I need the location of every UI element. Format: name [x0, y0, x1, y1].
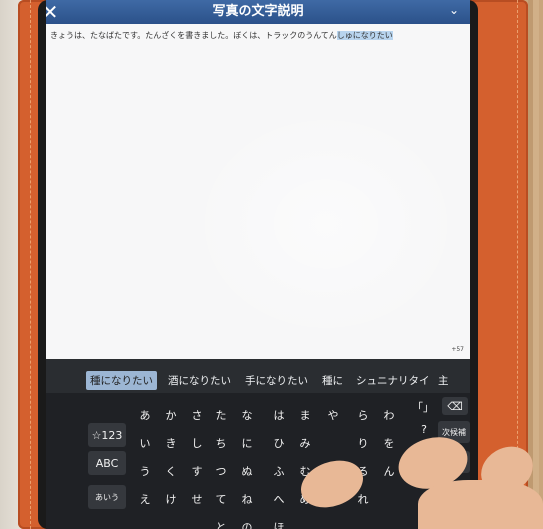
- screen-glare: [186, 104, 466, 344]
- page-title: 写真の文字説明: [212, 4, 304, 19]
- abc-mode-key[interactable]: ABC: [88, 451, 126, 475]
- kana-mode-key[interactable]: あいう: [88, 485, 126, 509]
- kana-key[interactable]: て: [210, 489, 232, 509]
- kana-key[interactable]: さ: [186, 405, 208, 425]
- backspace-icon: ⌫: [447, 399, 463, 413]
- candidate-item[interactable]: 種に: [322, 373, 343, 388]
- kana-key[interactable]: く: [160, 461, 182, 481]
- character-counter: +57: [451, 346, 464, 353]
- kana-key[interactable]: な: [236, 405, 258, 425]
- kana-key[interactable]: わ: [378, 405, 400, 425]
- bracket-key[interactable]: 「」: [412, 397, 434, 417]
- editor-text: きょうは、たなばたです。たんざくを書きました。ぼくは、トラックのうんてんしゅにな…: [50, 30, 393, 41]
- kana-key[interactable]: せ: [186, 489, 208, 509]
- candidate-item[interactable]: 主: [438, 373, 449, 388]
- kana-key[interactable]: [378, 489, 400, 509]
- kana-key[interactable]: [294, 517, 316, 529]
- kana-key[interactable]: [378, 517, 400, 529]
- typed-text: きょうは、たなばたです。たんざくを書きました。ぼくは、トラックのうんてん: [50, 31, 337, 40]
- kana-key[interactable]: か: [160, 405, 182, 425]
- kana-key[interactable]: え: [134, 489, 156, 509]
- numbers-mode-key[interactable]: ☆123: [88, 423, 126, 447]
- kana-key[interactable]: [134, 517, 156, 529]
- text-editor[interactable]: きょうは、たなばたです。たんざくを書きました。ぼくは、トラックのうんてんしゅにな…: [46, 24, 470, 359]
- kana-key[interactable]: ま: [294, 405, 316, 425]
- nav-bar: ✕ 写真の文字説明 ⌄: [46, 0, 470, 24]
- kana-key[interactable]: の: [236, 517, 258, 529]
- kana-key[interactable]: つ: [210, 461, 232, 481]
- kana-key[interactable]: ほ: [268, 517, 290, 529]
- kana-key[interactable]: [322, 517, 344, 529]
- kana-key[interactable]: き: [160, 433, 182, 453]
- kana-key[interactable]: り: [352, 433, 374, 453]
- kana-key[interactable]: ら: [352, 405, 374, 425]
- kana-key[interactable]: [160, 517, 182, 529]
- candidate-item[interactable]: 酒になりたい: [168, 373, 231, 388]
- photo-scene: ✕ 写真の文字説明 ⌄ きょうは、たなばたです。たんざくを書きました。ぼくは、ト…: [0, 0, 543, 529]
- kana-key[interactable]: [322, 433, 344, 453]
- kana-key[interactable]: ん: [378, 461, 400, 481]
- kana-key[interactable]: ね: [236, 489, 258, 509]
- kana-key[interactable]: ふ: [268, 461, 290, 481]
- kana-key[interactable]: し: [186, 433, 208, 453]
- kana-key[interactable]: へ: [268, 489, 290, 509]
- candidate-bar: 種になりたい 酒になりたい 手になりたい 種に シュニナリタイ 主: [46, 359, 470, 393]
- kana-key[interactable]: け: [160, 489, 182, 509]
- kana-key[interactable]: み: [294, 433, 316, 453]
- kana-key[interactable]: い: [134, 433, 156, 453]
- kana-key[interactable]: ち: [210, 433, 232, 453]
- kana-key[interactable]: す: [186, 461, 208, 481]
- kana-key[interactable]: あ: [134, 405, 156, 425]
- kana-key[interactable]: た: [210, 405, 232, 425]
- kana-key[interactable]: や: [322, 405, 344, 425]
- candidate-item[interactable]: シュニナリタイ: [356, 373, 430, 388]
- hand: [418, 480, 543, 529]
- chevron-down-icon[interactable]: ⌄: [446, 0, 462, 24]
- composing-text: しゅになりたい: [336, 31, 393, 40]
- kana-key[interactable]: を: [378, 433, 400, 453]
- kana-key[interactable]: と: [210, 517, 232, 529]
- candidate-item[interactable]: 手になりたい: [245, 373, 308, 388]
- kana-key[interactable]: [186, 517, 208, 529]
- kana-key[interactable]: に: [236, 433, 258, 453]
- backspace-key[interactable]: ⌫: [442, 397, 468, 415]
- kana-key[interactable]: [352, 517, 374, 529]
- kana-key[interactable]: ひ: [268, 433, 290, 453]
- question-key[interactable]: ?: [414, 419, 434, 439]
- kana-key[interactable]: ぬ: [236, 461, 258, 481]
- kana-key[interactable]: う: [134, 461, 156, 481]
- kana-key[interactable]: は: [268, 405, 290, 425]
- candidate-item[interactable]: 種になりたい: [86, 371, 157, 390]
